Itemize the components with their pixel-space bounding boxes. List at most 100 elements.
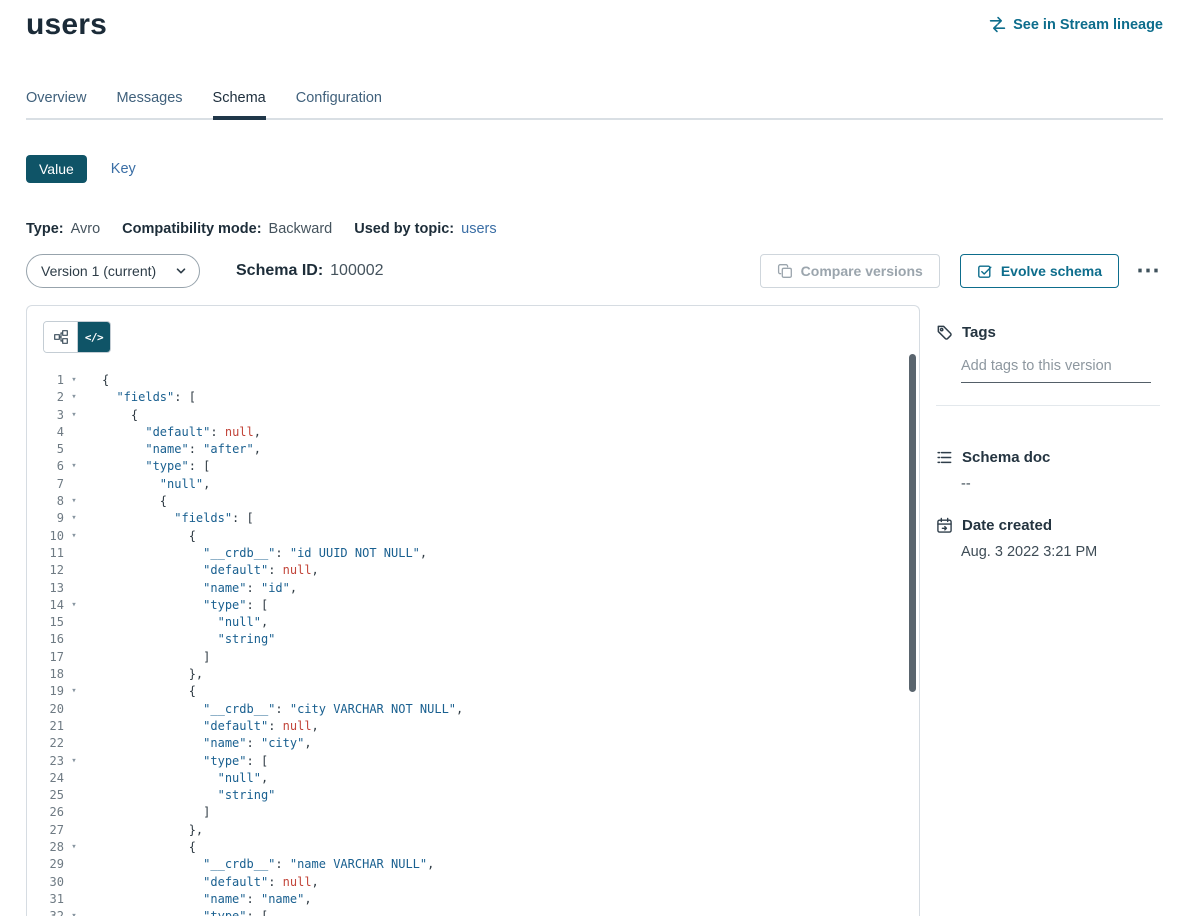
code-line: 13 "name": "id", — [27, 580, 905, 597]
scrollbar-thumb[interactable] — [909, 354, 916, 692]
code-text: "null", — [84, 476, 210, 493]
code-text: { — [84, 493, 167, 510]
more-options-button[interactable]: ⋯ — [1133, 264, 1163, 278]
fold-toggle-icon[interactable]: ▾ — [64, 493, 84, 510]
code-line: 26 ] — [27, 804, 905, 821]
code-line: 7 "null", — [27, 476, 905, 493]
fold-spacer — [64, 804, 84, 821]
fold-toggle-icon[interactable]: ▾ — [64, 510, 84, 527]
code-line: 9▾ "fields": [ — [27, 510, 905, 527]
version-select-value: Version 1 (current) — [41, 263, 156, 279]
code-text: }, — [84, 822, 203, 839]
line-number: 16 — [27, 631, 64, 648]
stream-lineage-link[interactable]: See in Stream lineage — [989, 16, 1163, 33]
code-view-button[interactable]: </> — [77, 322, 110, 352]
fold-toggle-icon[interactable]: ▾ — [64, 389, 84, 406]
code-line: 4 "default": null, — [27, 424, 905, 441]
tags-heading-label: Tags — [962, 324, 996, 341]
line-number: 19 — [27, 683, 64, 700]
line-number: 27 — [27, 822, 64, 839]
type-value: Avro — [71, 221, 101, 237]
fold-spacer — [64, 770, 84, 787]
calendar-icon — [936, 517, 953, 534]
tab-messages[interactable]: Messages — [116, 90, 182, 118]
schema-id-value: 100002 — [330, 262, 383, 280]
tag-icon — [936, 324, 953, 341]
fold-spacer — [64, 562, 84, 579]
fold-spacer — [64, 545, 84, 562]
code-text: "name": "city", — [84, 735, 312, 752]
code-line: 2▾ "fields": [ — [27, 389, 905, 406]
code-text: "default": null, — [84, 718, 319, 735]
code-line: 5 "name": "after", — [27, 441, 905, 458]
code-text: "type": [ — [84, 753, 268, 770]
line-number: 24 — [27, 770, 64, 787]
sidebar-divider — [936, 405, 1160, 406]
code-line: 25 "string" — [27, 787, 905, 804]
evolve-schema-button[interactable]: Evolve schema — [960, 254, 1119, 288]
line-number: 30 — [27, 874, 64, 891]
code-line: 23▾ "type": [ — [27, 753, 905, 770]
code-lines: 1▾{2▾ "fields": [3▾ {4 "default": null,5… — [27, 372, 905, 916]
tree-view-button[interactable] — [44, 322, 77, 352]
code-line: 11 "__crdb__": "id UUID NOT NULL", — [27, 545, 905, 562]
version-select[interactable]: Version 1 (current) — [26, 254, 200, 288]
schema-page: users See in Stream lineage Overview Mes… — [0, 0, 1189, 916]
fold-toggle-icon[interactable]: ▾ — [64, 908, 84, 916]
tab-overview[interactable]: Overview — [26, 90, 86, 118]
code-line: 14▾ "type": [ — [27, 597, 905, 614]
tab-configuration[interactable]: Configuration — [296, 90, 382, 118]
code-line: 32▾ "type": [ — [27, 908, 905, 916]
key-toggle-link[interactable]: Key — [111, 161, 136, 177]
fold-spacer — [64, 891, 84, 908]
code-text: "string" — [84, 787, 275, 804]
code-line: 10▾ { — [27, 528, 905, 545]
fold-toggle-icon[interactable]: ▾ — [64, 372, 84, 389]
code-line: 18 }, — [27, 666, 905, 683]
topic-link[interactable]: users — [461, 221, 496, 237]
evolve-schema-label: Evolve schema — [1001, 263, 1102, 279]
tab-schema[interactable]: Schema — [213, 90, 266, 118]
value-key-toggle: Value Key — [26, 155, 136, 183]
chevron-down-icon — [175, 265, 187, 277]
fold-toggle-icon[interactable]: ▾ — [64, 753, 84, 770]
fold-toggle-icon[interactable]: ▾ — [64, 839, 84, 856]
line-number: 28 — [27, 839, 64, 856]
code-line: 24 "null", — [27, 770, 905, 787]
code-line: 30 "default": null, — [27, 874, 905, 891]
fold-spacer — [64, 874, 84, 891]
compare-versions-button[interactable]: Compare versions — [760, 254, 940, 288]
code-text: "null", — [84, 770, 268, 787]
date-created-heading-label: Date created — [962, 517, 1052, 534]
line-number: 26 — [27, 804, 64, 821]
fold-spacer — [64, 787, 84, 804]
fold-toggle-icon[interactable]: ▾ — [64, 528, 84, 545]
fold-toggle-icon[interactable]: ▾ — [64, 597, 84, 614]
page-title: users — [26, 8, 107, 42]
fold-spacer — [64, 424, 84, 441]
date-created-section-heading: Date created — [936, 517, 1052, 534]
code-line: 8▾ { — [27, 493, 905, 510]
tags-input[interactable] — [961, 354, 1151, 383]
line-number: 2 — [27, 389, 64, 406]
tab-bar: Overview Messages Schema Configuration — [26, 90, 1163, 120]
code-view-icon: </> — [85, 331, 103, 344]
code-line: 6▾ "type": [ — [27, 458, 905, 475]
fold-toggle-icon[interactable]: ▾ — [64, 458, 84, 475]
fold-toggle-icon[interactable]: ▾ — [64, 407, 84, 424]
code-line: 29 "__crdb__": "name VARCHAR NULL", — [27, 856, 905, 873]
line-number: 17 — [27, 649, 64, 666]
fold-spacer — [64, 856, 84, 873]
code-text: }, — [84, 666, 203, 683]
code-line: 31 "name": "name", — [27, 891, 905, 908]
code-text: ] — [84, 804, 210, 821]
code-text: { — [84, 407, 138, 424]
line-number: 12 — [27, 562, 64, 579]
code-text: "type": [ — [84, 908, 268, 916]
fold-toggle-icon[interactable]: ▾ — [64, 683, 84, 700]
code-line: 15 "null", — [27, 614, 905, 631]
fold-spacer — [64, 631, 84, 648]
line-number: 29 — [27, 856, 64, 873]
schema-doc-section-heading: Schema doc — [936, 449, 1050, 466]
value-toggle-button[interactable]: Value — [26, 155, 87, 183]
